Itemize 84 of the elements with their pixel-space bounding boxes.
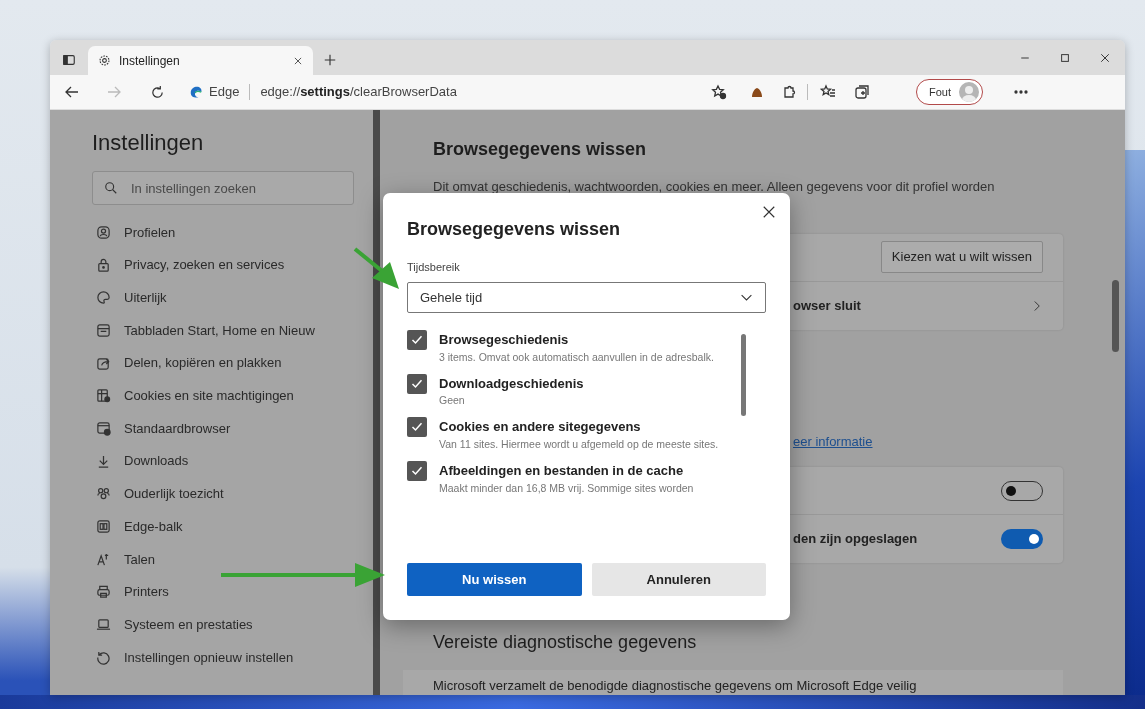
close-icon[interactable] [293, 55, 303, 66]
scrollbar[interactable] [741, 334, 746, 417]
sidebar-item[interactable]: Talen [92, 546, 362, 573]
search-field[interactable]: In instellingen zoeken [92, 171, 354, 206]
cancel-button[interactable]: Annuleren [591, 563, 766, 596]
person-icon [96, 224, 111, 240]
option-description: Geen [439, 393, 466, 408]
checkbox[interactable] [407, 417, 427, 438]
window-icon [96, 322, 111, 338]
sidebar-item[interactable]: Printers [92, 578, 362, 605]
sidebar-item[interactable]: Cookies en site machtigingen [92, 382, 362, 409]
sidebar-item[interactable]: Systeem en prestaties [92, 611, 362, 638]
new-tab-icon[interactable] [323, 53, 337, 67]
palette-icon [96, 290, 111, 306]
sidebar-item[interactable]: Delen, kopiëren en plakken [92, 350, 362, 377]
download-icon [96, 453, 111, 469]
gear-icon [98, 54, 111, 67]
check-icon [411, 421, 423, 434]
option-description: 3 items. Omvat ook automatisch aanvullen in de adresbalk. [439, 349, 715, 364]
sidebar-item[interactable]: Edge-balk [92, 513, 362, 540]
sidebar-title: Instellingen [92, 130, 205, 157]
sidebar-item[interactable]: Profielen [92, 219, 362, 246]
clear-now-button[interactable]: Nu wissen [407, 563, 582, 596]
annotation-arrow [352, 246, 402, 292]
laptop-icon [96, 617, 111, 633]
section-heading: Vereiste diagnostische gegevens [433, 631, 698, 654]
back-arrow-icon[interactable] [64, 84, 80, 100]
sidebar-item[interactable]: Standaardbrowser [92, 415, 362, 442]
description-text: Microsoft verzamelt de benodigde diagnostische gegevens om Microsoft Edge veilig [433, 677, 917, 695]
address-bar[interactable]: Edge edge://settings/clearBrowserData [181, 78, 711, 106]
tab-title: Instellingen [119, 52, 181, 70]
option-label: Downloadgeschiedenis [439, 374, 585, 393]
sidebar-item[interactable]: Uiterlijk [92, 284, 362, 311]
close-icon[interactable] [1099, 52, 1111, 64]
puzzle-icon[interactable] [781, 84, 797, 100]
option-label: Browsegeschiedenis [439, 331, 570, 350]
check-icon [411, 334, 423, 347]
check-icon [411, 465, 423, 478]
favorites-icon[interactable] [820, 84, 836, 100]
checkbox[interactable] [407, 461, 427, 482]
star-add-icon[interactable] [711, 84, 727, 100]
sidebar-panel-icon [96, 519, 111, 535]
option-label: Afbeeldingen en bestanden in de cache [439, 462, 685, 481]
language-icon [96, 551, 111, 567]
avatar-icon [959, 82, 979, 102]
grid-settings-icon [96, 388, 111, 404]
site-label: Edge [209, 83, 240, 102]
option-description: Maakt minder dan 16,8 MB vrij. Sommige sites worden [439, 480, 695, 495]
swirl-logo-icon [189, 85, 203, 99]
section-heading: Browsegegevens wissen [433, 138, 648, 161]
url-text: edge://settings/clearBrowserData [260, 83, 457, 102]
profile-button[interactable]: Fout [916, 79, 983, 105]
printer-icon [96, 584, 111, 600]
check-icon [411, 377, 423, 390]
learn-more-link[interactable]: eer informatie [793, 431, 873, 451]
lock-icon [96, 257, 111, 273]
setting-label: owser sluit [793, 296, 861, 315]
toggle-switch[interactable] [1001, 529, 1043, 549]
sidebar-item[interactable]: Instellingen opnieuw instellen [92, 644, 362, 671]
sidebar-item[interactable]: Tabbladen Start, Home en Nieuw [92, 317, 362, 344]
people-icon [96, 486, 111, 502]
sidebar-toggle-icon[interactable] [62, 53, 76, 67]
description-text: Dit omvat geschiedenis, wachtwoorden, cookies en meer. Alleen gegevens voor dit profiel worden [433, 178, 995, 196]
choose-data-button[interactable]: Kiezen wat u wilt wissen [880, 241, 1043, 273]
share-icon [96, 355, 111, 371]
checkbox[interactable] [407, 330, 427, 351]
refresh-icon[interactable] [150, 84, 165, 100]
browser-check-icon [96, 421, 111, 436]
sidebar-item[interactable]: Ouderlijk toezicht [92, 480, 362, 507]
maximize-icon[interactable] [1059, 52, 1071, 64]
reset-icon [96, 649, 111, 665]
sidebar-item[interactable]: Downloads [92, 448, 362, 475]
dialog-title: Browsegegevens wissen [407, 219, 622, 241]
field-label: Tijdsbereik [407, 259, 460, 275]
collections-icon[interactable] [854, 84, 870, 100]
browser-tab[interactable]: Instellingen [88, 46, 313, 75]
checkbox[interactable] [407, 373, 427, 394]
setting-label: den zijn opgeslagen [793, 530, 918, 549]
option-description: Van 11 sites. Hiermee wordt u afgemeld op de meeste sites. [439, 436, 720, 452]
option-label: Cookies en andere sitegegevens [439, 418, 642, 437]
close-icon[interactable] [762, 205, 776, 219]
sidebar-item[interactable]: Privacy, zoeken en services [92, 252, 362, 279]
search-icon [104, 181, 118, 196]
time-range-dropdown[interactable]: Gehele tijd [407, 282, 766, 314]
